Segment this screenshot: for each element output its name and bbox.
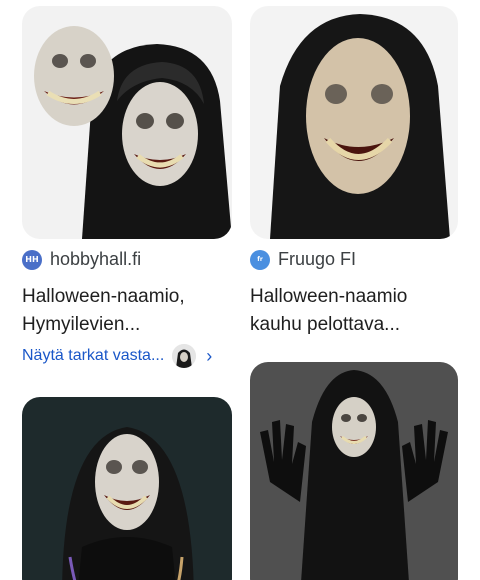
result-source-2[interactable]: fr Fruugo FI bbox=[250, 249, 356, 270]
more-link-label: Näytä tarkat vasta... bbox=[22, 347, 165, 364]
result-image-2[interactable] bbox=[250, 6, 458, 239]
chevron-right-icon: › bbox=[206, 345, 213, 366]
show-exact-matches-link[interactable]: Näytä tarkat vasta... › bbox=[22, 344, 212, 368]
result-title-2[interactable]: Halloween-naamio kauhu pelottava... bbox=[250, 283, 460, 339]
title-line: kauhu pelottava... bbox=[250, 314, 400, 335]
source-name: Fruugo FI bbox=[278, 249, 357, 269]
thumbnail-avatar bbox=[172, 344, 197, 368]
result-image-3[interactable] bbox=[22, 397, 232, 580]
result-title-1[interactable]: Halloween-naamio, Hymyilevien... bbox=[22, 283, 232, 339]
mask-image-graphic bbox=[250, 362, 458, 580]
fruugo-logo-icon: fr bbox=[250, 249, 270, 270]
source-name: hobbyhall.fi bbox=[50, 249, 142, 269]
mask-image-graphic bbox=[250, 6, 458, 239]
result-image-1[interactable] bbox=[22, 6, 232, 239]
mask-image-graphic bbox=[22, 6, 232, 239]
hobbyhall-logo-icon: HH bbox=[22, 249, 42, 270]
result-image-4[interactable] bbox=[250, 362, 458, 580]
mask-image-graphic bbox=[22, 397, 232, 580]
title-line: Halloween-naamio, bbox=[22, 286, 185, 307]
title-line: Hymyilevien... bbox=[22, 314, 141, 335]
title-line: Halloween-naamio bbox=[250, 286, 408, 307]
result-source-1[interactable]: HH hobbyhall.fi bbox=[22, 249, 141, 270]
